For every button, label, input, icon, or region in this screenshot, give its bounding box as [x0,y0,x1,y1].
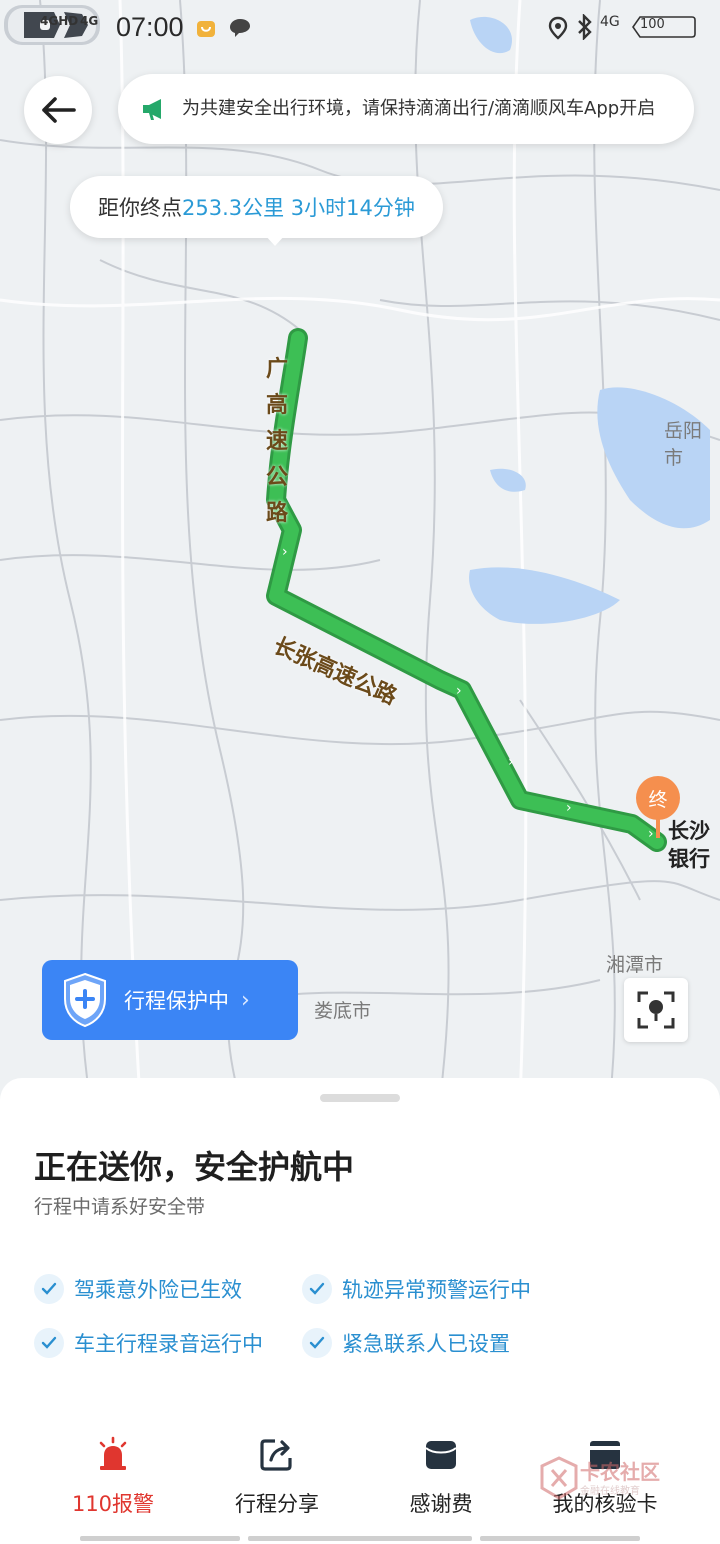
feature-label: 紧急联系人已设置 [342,1332,510,1356]
road-label-vertical: 广高速公路 [266,357,289,526]
location-icon [548,16,568,40]
community-watermark: 卡农社区 金融在线教育 [540,1454,670,1510]
destination-label-line2: 银行 [668,847,710,871]
trip-protection-label: 行程保护中 [124,989,229,1013]
svg-text:›: › [282,544,288,560]
notice-text: 为共建安全出行环境，请保持滴滴出行/滴滴顺风车App开启 [182,98,656,119]
trip-status-sheet: 正在送你，安全护航中 行程中请系好安全带 驾乘意外险已生效 轨迹异常预警运行中 … [0,1078,720,1544]
sheet-subtitle: 行程中请系好安全带 [34,1196,206,1218]
thank-fee-button[interactable]: 感谢费 [356,1434,526,1518]
arrow-left-icon [42,97,76,123]
distance-label: 距你终点 [98,196,182,220]
sheet-title: 正在送你，安全护航中 [34,1148,355,1186]
thank-fee-label: 感谢费 [409,1492,473,1516]
shield-plus-icon [64,972,106,1028]
svg-text:›: › [508,754,514,770]
back-button[interactable] [24,76,92,144]
watermark-text: 卡农社区 [580,1460,660,1484]
system-nav-bar [0,1536,720,1542]
svg-text:›: › [648,826,654,842]
svg-text:›: › [456,683,462,699]
feature-label: 车主行程录音运行中 [74,1332,263,1356]
share-trip-label: 行程分享 [235,1492,319,1516]
feature-insurance: 驾乘意外险已生效 [34,1274,242,1304]
feature-label: 轨迹异常预警运行中 [342,1278,531,1302]
check-icon [302,1328,332,1358]
destination-marker-stem [656,818,660,838]
police-alarm-button[interactable]: 110报警 [28,1434,198,1518]
safety-notice-banner[interactable]: 为共建安全出行环境，请保持滴滴出行/滴滴顺风车App开启 [118,74,694,144]
battery-level: 100 [640,17,665,32]
feature-emergency-contact: 紧急联系人已设置 [302,1328,510,1358]
svg-text:›: › [566,800,572,816]
check-icon [34,1328,64,1358]
megaphone-icon [143,99,161,120]
distance-bubble: 距你终点 253.3公里 3小时14分钟 [70,176,443,238]
signal-icon-2: 4G [80,14,99,28]
status-time: 07:00 [116,12,184,42]
bluetooth-icon [578,14,592,40]
distance-bubble-pointer [264,234,286,246]
map-view[interactable]: › › › › › 广高速公路 长张高速公路 岳阳市 湘潭市 娄底市 终 长沙 … [0,0,720,1100]
status-bar: 4GHD 4G 07:00 4G 100 [0,0,720,56]
message-icon [230,19,250,37]
recenter-button[interactable] [624,978,688,1042]
map-roads [0,0,720,1100]
chevron-right-icon: › [241,987,250,1013]
check-icon [302,1274,332,1304]
watermark-logo-icon [540,1456,578,1500]
signal-icon-1: 4GHD [40,14,79,28]
check-icon [34,1274,64,1304]
network-indicator: 4G [600,14,620,30]
police-alarm-label: 110报警 [71,1492,155,1516]
siren-icon [93,1434,133,1474]
share-icon [257,1434,297,1474]
feature-label: 驾乘意外险已生效 [74,1278,242,1302]
feature-track-alert: 轨迹异常预警运行中 [302,1274,531,1304]
city-label-xiangtan: 湘潭市 [606,954,664,976]
locate-icon [637,991,675,1029]
sheet-drag-handle[interactable] [320,1094,400,1102]
feature-recording: 车主行程录音运行中 [34,1328,263,1358]
distance-value: 253.3公里 3小时14分钟 [182,196,415,220]
share-trip-button[interactable]: 行程分享 [192,1434,362,1518]
city-label-yueyang: 岳阳市 [664,420,703,469]
app-notification-icon [197,21,215,37]
wallet-icon [421,1434,461,1474]
destination-label-line1: 长沙 [668,819,710,843]
watermark-subtext: 金融在线教育 [580,1486,640,1497]
map-canvas: › › › › › [0,0,720,1100]
city-label-loudi: 娄底市 [314,1000,372,1022]
trip-protection-button[interactable]: 行程保护中 › [42,960,298,1040]
destination-marker[interactable]: 终 [636,776,680,820]
